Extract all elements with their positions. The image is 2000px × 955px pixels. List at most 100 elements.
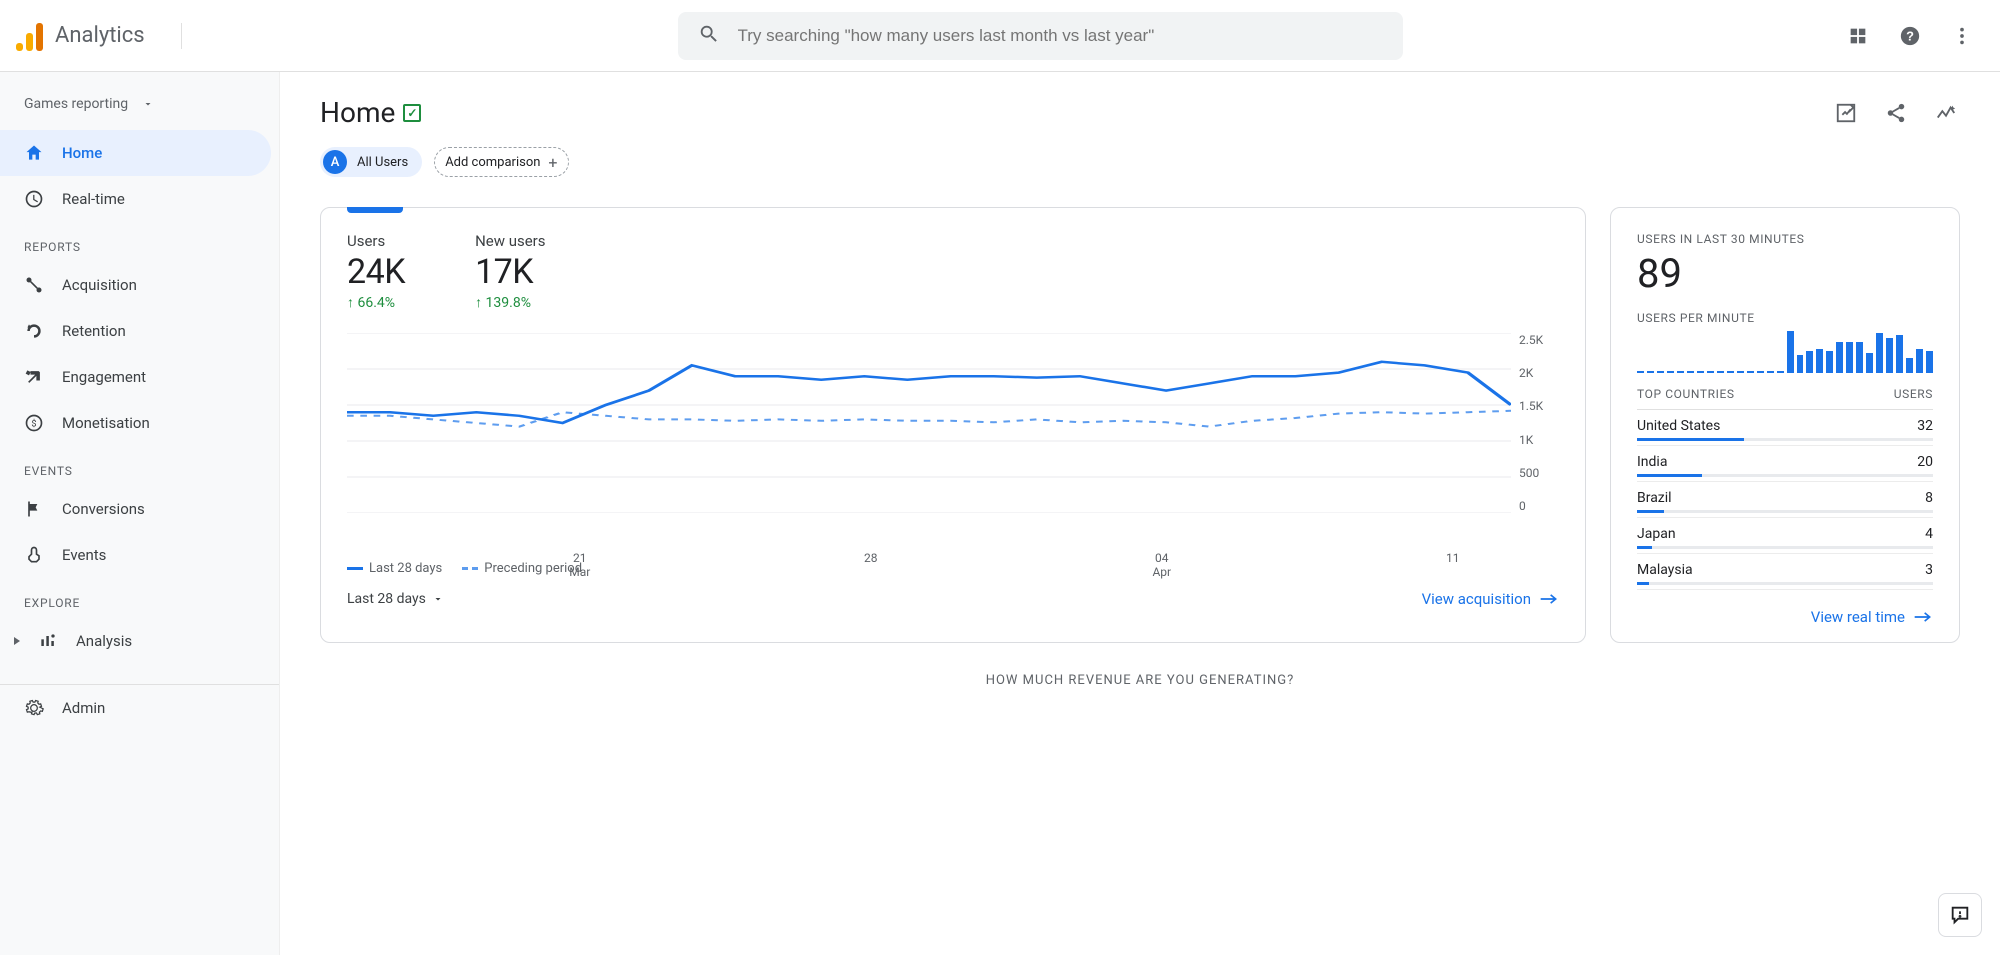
card-footer: Last 28 days View acquisition [347,590,1559,608]
sidebar-item-label: Retention [62,322,126,340]
sidebar-item-label: Monetisation [62,414,150,432]
col-countries: TOP COUNTRIES [1637,387,1735,401]
legend-item: Preceding period [462,561,582,576]
search-icon [698,23,720,49]
section-reports: REPORTS [0,222,279,262]
y-axis: 2.5K2K1.5K1K5000 [1519,333,1559,513]
property-name: Games reporting [24,96,128,112]
sidebar-item-label: Admin [62,699,105,717]
divider [181,23,182,49]
page-head: Home [320,96,1960,129]
country-row: India 20 [1637,446,1933,482]
country-users: 3 [1925,562,1933,578]
legend-item: Last 28 days [347,561,442,576]
sparkline-bars [1637,331,1933,373]
audience-avatar: A [323,150,347,174]
acquisition-icon [24,275,44,295]
sidebar-item-analysis[interactable]: Analysis [32,618,267,664]
card-users-chart: Users 24K 66.4% New users 17K 139.8% 2.5… [320,207,1586,643]
sidebar-item-admin[interactable]: Admin [0,685,271,731]
legend-label: Preceding period [484,561,582,576]
dropdown-icon [432,593,444,605]
sidebar-item-conversions[interactable]: Conversions [0,486,271,532]
sidebar-item-events[interactable]: Events [0,532,271,578]
metric-delta: 139.8% [475,294,545,311]
metrics: Users 24K 66.4% New users 17K 139.8% [347,232,1559,311]
metric-users[interactable]: Users 24K 66.4% [347,232,405,311]
engagement-icon [24,367,44,387]
link-label: View real time [1811,608,1905,626]
sidebar-item-home[interactable]: Home [0,130,271,176]
arrow-right-icon [1913,610,1933,624]
metric-value: 24K [347,252,405,292]
section-explore: EXPLORE [0,578,279,618]
help-icon[interactable]: ? [1896,22,1924,50]
metric-delta: 66.4% [347,294,405,311]
svg-text:?: ? [1906,28,1914,43]
home-icon [24,143,44,163]
country-row: Japan4 [1637,518,1933,554]
countries-list: United States32India20Brazil8Japan4Malay… [1637,410,1933,590]
chip-add-comparison[interactable]: Add comparison + [434,147,568,177]
share-icon[interactable] [1882,99,1910,127]
dropdown-icon [142,98,154,110]
country-users: 8 [1925,490,1933,506]
cards-row: Users 24K 66.4% New users 17K 139.8% 2.5… [320,207,1960,643]
customize-icon[interactable] [1832,99,1860,127]
chip-label: Add comparison [445,155,540,170]
link-view-acquisition[interactable]: View acquisition [1422,590,1559,608]
chip-all-users[interactable]: A All Users [320,147,422,177]
country-name: United States [1637,418,1720,434]
legend-label: Last 28 days [369,561,442,576]
apps-icon[interactable] [1844,22,1872,50]
per-minute-label: USERS PER MINUTE [1637,311,1933,325]
metric-new-users[interactable]: New users 17K 139.8% [475,232,545,311]
country-name: India [1637,454,1667,470]
date-range-selector[interactable]: Last 28 days [347,591,444,607]
sidebar-item-label: Acquisition [62,276,137,294]
filter-row: A All Users Add comparison + [320,147,1960,177]
search-box[interactable] [678,12,1403,60]
section-events: EVENTS [0,446,279,486]
property-selector[interactable]: Games reporting [0,86,279,130]
insights-icon[interactable] [1932,99,1960,127]
chart-area: 2.5K2K1.5K1K5000 21Mar2804Apr11 [347,333,1559,533]
sidebar-item-retention[interactable]: Retention [0,308,271,354]
arrow-right-icon [1539,592,1559,606]
search-input[interactable] [738,26,1383,46]
sidebar-item-monetisation[interactable]: $ Monetisation [0,400,271,446]
sidebar-item-label: Engagement [62,368,146,386]
retention-icon [24,321,44,341]
svg-text:$: $ [31,418,36,429]
sidebar-item-label: Real-time [62,190,125,208]
expand-icon[interactable] [12,636,22,646]
app-header: Analytics ? [0,0,2000,72]
sidebar-item-realtime[interactable]: Real-time [0,176,271,222]
gear-icon [24,698,44,718]
more-vert-icon[interactable] [1948,22,1976,50]
country-users: 20 [1917,454,1933,470]
metric-label: New users [475,232,545,250]
card-realtime: USERS IN LAST 30 MINUTES 89 USERS PER MI… [1610,207,1960,643]
sidebar-item-label: Events [62,546,106,564]
sidebar-item-label: Analysis [76,632,132,650]
head-actions [1832,99,1960,127]
sidebar-item-acquisition[interactable]: Acquisition [0,262,271,308]
feedback-button[interactable] [1938,893,1982,937]
country-users: 4 [1925,526,1933,542]
status-ok-icon [403,104,421,122]
chart-plot [347,333,1511,513]
link-label: View acquisition [1422,590,1531,608]
chip-label: All Users [357,155,408,170]
realtime-value: 89 [1637,250,1933,297]
metric-label: Users [347,232,405,250]
page-title: Home [320,96,395,129]
sidebar-item-label: Conversions [62,500,145,518]
link-view-realtime[interactable]: View real time [1811,608,1933,626]
chart-legend: Last 28 days Preceding period [347,561,1559,576]
col-users: USERS [1894,387,1933,401]
country-row: Brazil8 [1637,482,1933,518]
plus-icon: + [548,153,557,172]
metric-value: 17K [475,252,545,292]
sidebar-item-engagement[interactable]: Engagement [0,354,271,400]
